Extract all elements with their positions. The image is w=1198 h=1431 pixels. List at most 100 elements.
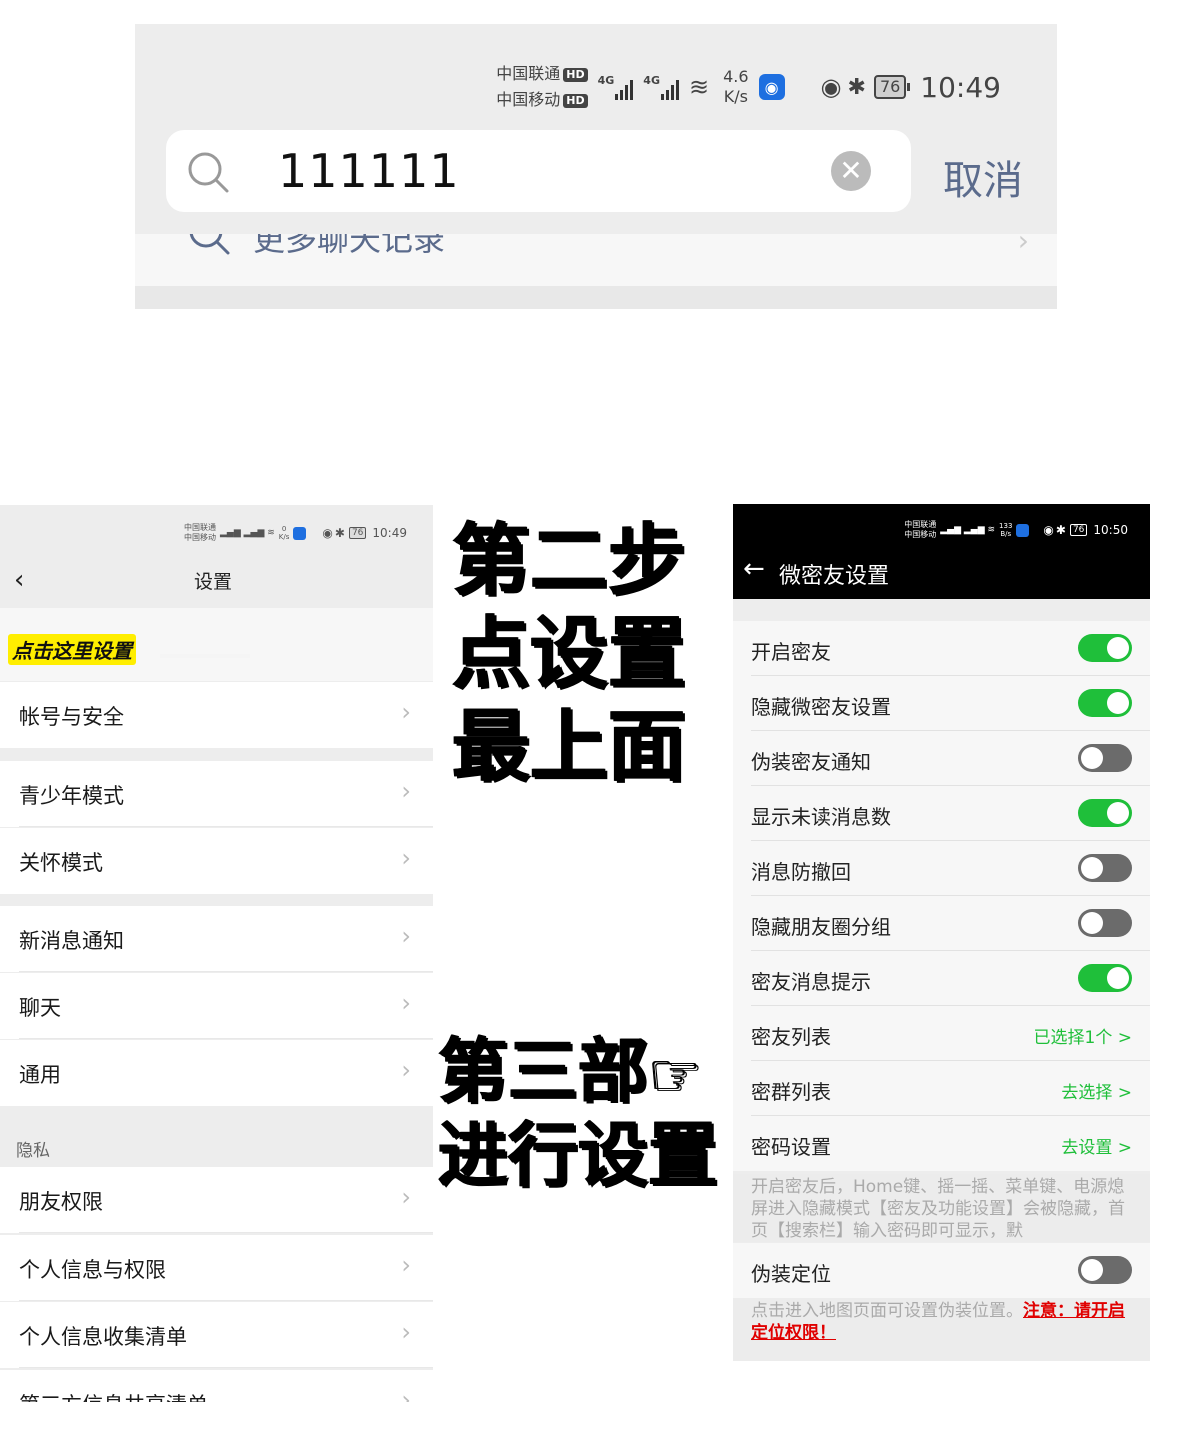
battery-icon: 76	[1069, 524, 1088, 536]
chevron-right-icon: ›	[401, 1183, 411, 1211]
row-label: 个人信息收集清单	[19, 1325, 187, 1349]
signal-icon: ▂▄▆ ▂▄▆ ≋	[940, 525, 996, 535]
bluetooth-icon: ✱	[847, 74, 866, 100]
app-notification-icon	[1016, 523, 1030, 537]
chevron-right-icon: ›	[401, 1056, 411, 1084]
cancel-button[interactable]: 取消	[943, 148, 1023, 206]
settings-row[interactable]: 朋友权限 ›	[0, 1167, 433, 1233]
toggle-row[interactable]: 伪装密友通知	[733, 731, 1150, 786]
battery-icon: 76	[873, 75, 911, 99]
settings-screenshot: 中国联通 中国移动 ▂▄▆ ▂▄▆ ≋ 0 K/s ◉ ✱ 76 10:49 ‹ 设…	[0, 505, 433, 1402]
row-value-link[interactable]: 去选择 >	[1061, 1078, 1132, 1103]
status-bar: 中国联通 HD 中国移动 HD 4G 4G ≋ 4.6 K/s ◉ ◉ ✱ 76 1…	[496, 52, 1001, 122]
toggle-switch[interactable]	[1078, 1256, 1132, 1284]
step3-line1: 第三部☞	[438, 1036, 702, 1106]
settings-row[interactable]: 聊天 ›	[0, 973, 433, 1039]
hidden-mode-note: 开启密友后，Home键、摇一摇、菜单键、电源熄屏进入隐藏模式【密友及功能设置】会…	[733, 1174, 1150, 1242]
toggle-row[interactable]: 显示未读消息数	[733, 786, 1150, 841]
row-value-link[interactable]: 已选择1个 >	[1034, 1023, 1132, 1048]
settings-row[interactable]: 青少年模式 ›	[0, 761, 433, 827]
clock: 10:49	[372, 526, 407, 540]
select-row[interactable]: 密友列表 已选择1个 >	[733, 1006, 1150, 1061]
row-label: 消息防撤回	[751, 860, 851, 884]
row-label: 帐号与安全	[19, 705, 124, 729]
battery-icon: 76	[348, 527, 367, 539]
chevron-right-icon: ›	[401, 1318, 411, 1346]
toggle-row[interactable]: 密友消息提示	[733, 951, 1150, 1006]
step3-line2: 进行设置	[438, 1114, 718, 1196]
clock: 10:49	[920, 70, 1001, 104]
secret-friend-settings-screenshot: 中国联通 中国移动 ▂▄▆ ▂▄▆ ≋ 133 B/s ◉ ✱ 76 10:50 ←…	[733, 504, 1150, 1361]
app-notification-icon	[293, 526, 307, 540]
step2-line3: 最上面	[452, 702, 687, 792]
toggle-switch[interactable]	[1078, 634, 1132, 662]
row-label: 显示未读消息数	[751, 805, 891, 829]
settings-row[interactable]: 个人信息与权限 ›	[0, 1235, 433, 1301]
network-speed: 0 K/s	[278, 525, 290, 541]
toggle-row[interactable]: 隐藏微密友设置	[733, 676, 1150, 731]
bluetooth-icon: ✱	[334, 526, 345, 540]
row-value-link[interactable]: 去设置 >	[1061, 1133, 1132, 1158]
select-row[interactable]: 密群列表 去选择 >	[733, 1061, 1150, 1116]
row-label: 隐藏微密友设置	[751, 695, 891, 719]
chevron-right-icon: ›	[401, 844, 411, 872]
row-label: 密友列表	[751, 1025, 831, 1049]
more-history-row[interactable]: 更多聊天记录 ›	[135, 234, 1057, 286]
row-label: 个人信息与权限	[19, 1258, 166, 1282]
page-title: 微密友设置	[779, 564, 890, 589]
row-label: 新消息通知	[19, 929, 124, 953]
toggle-switch[interactable]	[1078, 744, 1132, 772]
chevron-right-icon: ›	[401, 1386, 411, 1402]
toggle-row[interactable]: 隐藏朋友圈分组	[733, 896, 1150, 951]
toggle-row[interactable]: 伪装定位	[733, 1243, 1150, 1298]
pointing-hand-icon: ☞	[648, 1040, 702, 1110]
app-notification-icon: ◉	[758, 74, 785, 100]
settings-row[interactable]: 通用 ›	[0, 1040, 433, 1106]
toggle-switch[interactable]	[1078, 689, 1132, 717]
chevron-right-icon: ›	[1017, 234, 1029, 257]
more-history-label: 更多聊天记录	[253, 234, 446, 258]
row-label: 朋友权限	[19, 1190, 103, 1214]
search-icon	[188, 152, 229, 193]
wifi-icon: ≋	[688, 73, 710, 101]
highlight-annotation: 点击这里设置	[8, 634, 136, 665]
row-label: 开启密友	[751, 640, 831, 664]
step2-line2: 点设置	[452, 609, 687, 699]
clear-icon[interactable]: ✕	[831, 151, 871, 191]
row-label: 密群列表	[751, 1080, 831, 1104]
chevron-right-icon: ›	[401, 698, 411, 726]
clock: 10:50	[1093, 523, 1128, 537]
select-row[interactable]: 密码设置 去设置 >	[733, 1116, 1150, 1171]
settings-row[interactable]: 帐号与安全 ›	[0, 682, 433, 748]
toggle-switch[interactable]	[1078, 964, 1132, 992]
network-speed: 4.6 K/s	[723, 67, 749, 106]
signal-icon: 4G	[643, 74, 681, 100]
bluetooth-icon: ✱	[1055, 523, 1066, 537]
settings-row[interactable]: 个人信息收集清单 ›	[0, 1302, 433, 1368]
toggle-row[interactable]: 消息防撤回	[733, 841, 1150, 896]
toggle-switch[interactable]	[1078, 909, 1132, 937]
back-arrow-icon[interactable]: ←	[743, 554, 765, 584]
signal-icon: 4G	[598, 74, 636, 100]
row-label: 密友消息提示	[751, 970, 871, 994]
search-input[interactable]: 111111 ✕	[166, 130, 911, 212]
toggle-row[interactable]: 开启密友	[733, 621, 1150, 676]
status-bar: 中国联通 中国移动 ▂▄▆ ▂▄▆ ≋ 133 B/s ◉ ✱ 76 10:50	[904, 520, 1128, 539]
row-label: 第三方信息共享清单	[19, 1389, 208, 1402]
settings-row[interactable]: 新消息通知 ›	[0, 906, 433, 972]
chevron-right-icon: ›	[401, 777, 411, 805]
eye-icon: ◉	[322, 526, 333, 540]
signal-icon: ▂▄▆ ▂▄▆ ≋	[220, 528, 275, 538]
step3-text: 第三部	[438, 1030, 648, 1112]
toggle-switch[interactable]	[1078, 799, 1132, 827]
toggle-switch[interactable]	[1078, 854, 1132, 882]
hd-badge: HD	[563, 93, 588, 108]
section-label-privacy: 隐私	[16, 1141, 50, 1161]
status-bar: 中国联通 中国移动 ▂▄▆ ▂▄▆ ≋ 0 K/s ◉ ✱ 76 10:49	[184, 523, 407, 542]
redacted-bar	[160, 654, 250, 658]
row-label: 聊天	[19, 996, 61, 1020]
settings-row[interactable]: 关怀模式 ›	[0, 828, 433, 894]
carrier-1: 中国联通	[496, 64, 561, 83]
settings-row[interactable]: 第三方信息共享清单 ›	[0, 1370, 433, 1402]
search-icon	[189, 234, 230, 255]
